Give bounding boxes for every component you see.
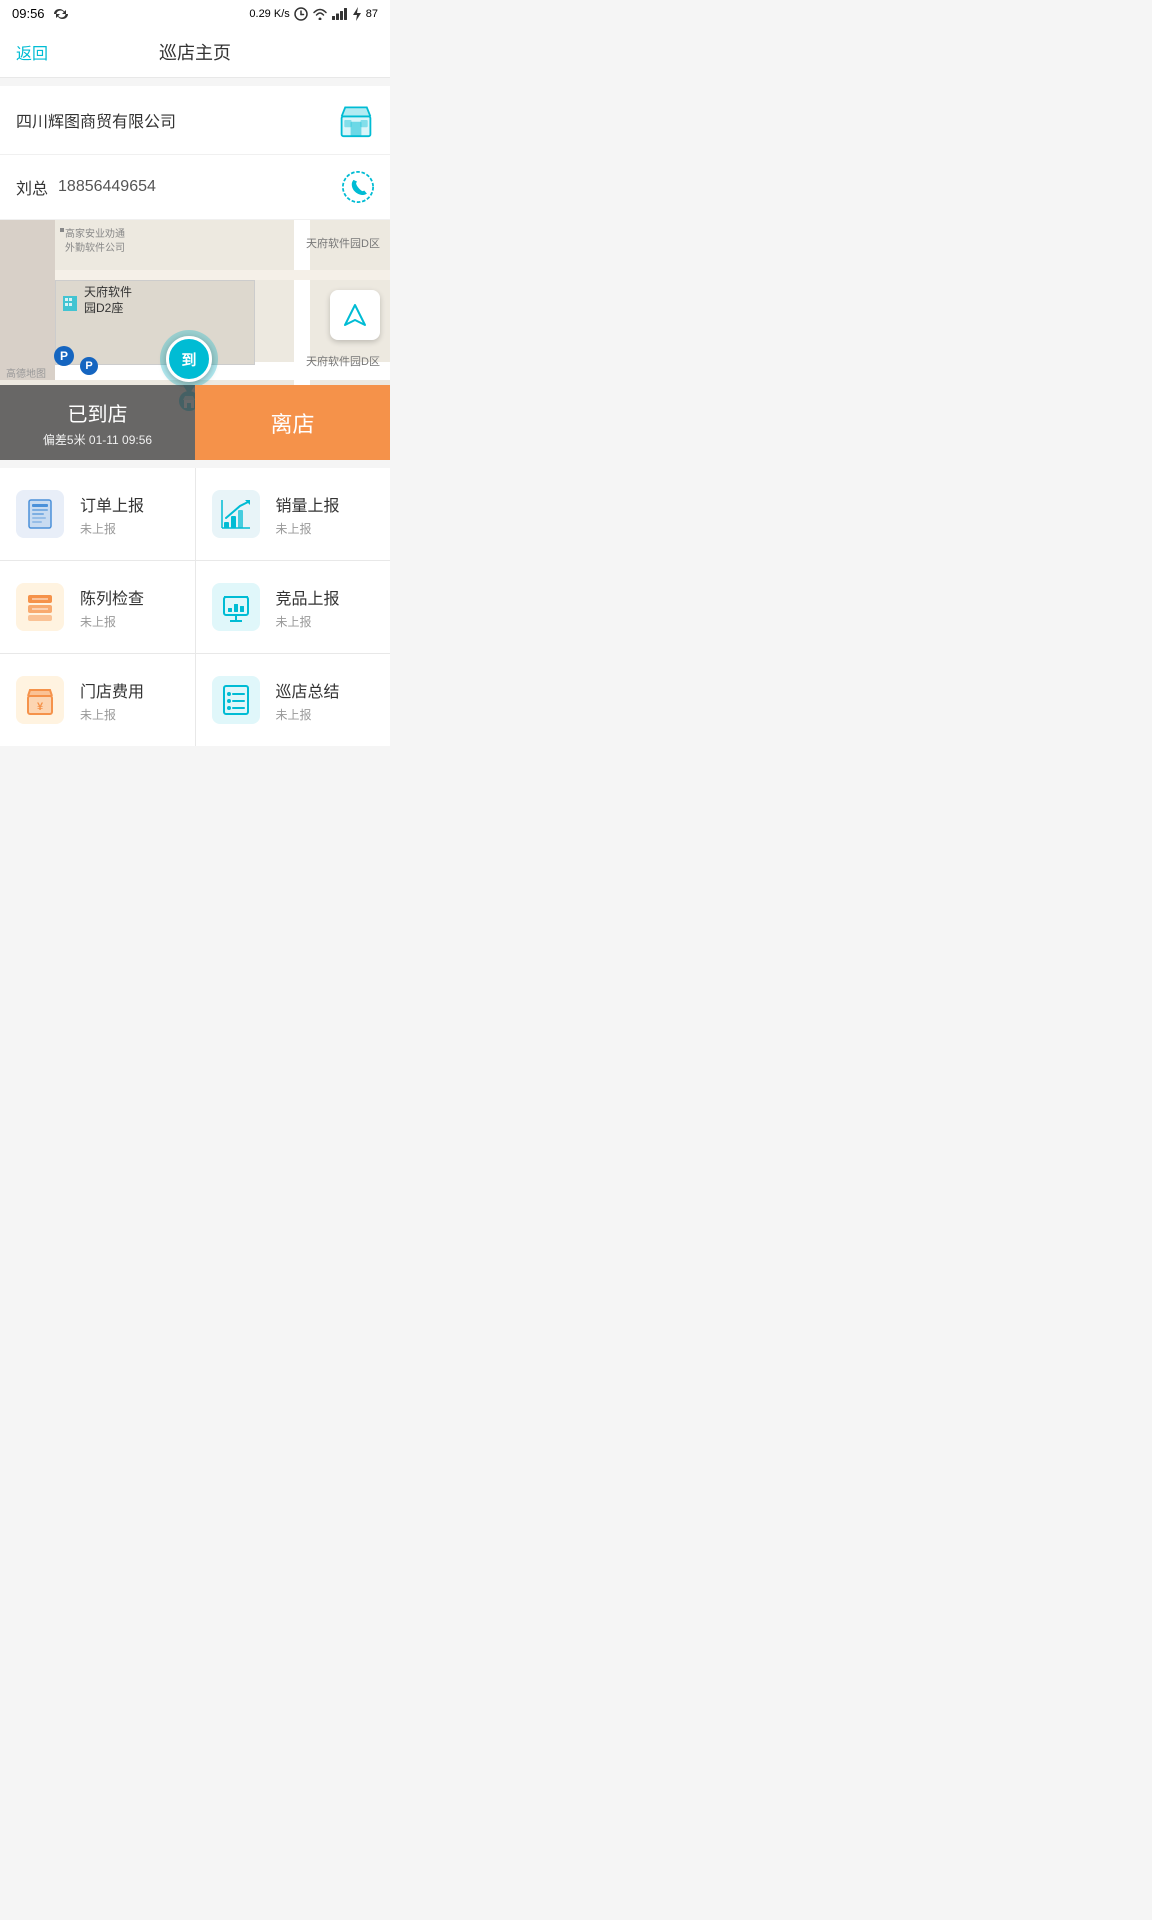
compete-icon-wrap <box>212 583 260 631</box>
arrived-text: 已到店 <box>68 398 128 427</box>
order-title: 订单上报 <box>80 492 144 516</box>
menu-item-summary[interactable]: 巡店总结 未上报 <box>196 654 391 746</box>
charging-icon <box>352 7 362 21</box>
expense-sub: 未上报 <box>80 706 144 723</box>
compete-title: 竞品上报 <box>276 585 340 609</box>
clock-icon <box>294 7 308 21</box>
sales-icon <box>220 498 252 530</box>
menu-item-order[interactable]: 订单上报 未上报 <box>0 468 195 560</box>
road-horizontal-2 <box>0 270 390 280</box>
display-sub: 未上报 <box>80 613 144 630</box>
leave-button[interactable]: 离店 <box>195 385 390 460</box>
wifi-icon <box>312 8 328 20</box>
summary-title: 巡店总结 <box>276 678 340 702</box>
navigate-icon <box>341 301 369 329</box>
contact-phone: 18856449654 <box>58 178 156 196</box>
sales-sub: 未上报 <box>276 520 340 537</box>
menu-item-display[interactable]: 陈列检查 未上报 <box>0 561 195 653</box>
expense-icon-wrap: ¥ <box>16 676 64 724</box>
marker-label: 到 <box>181 349 196 370</box>
map-section: 天府软件园D2座 高家安业劝通 外勤软件公司 天府软件园D区 天府软件园D区 P… <box>0 220 390 460</box>
arrived-button: 已到店 偏差5米 01-11 09:56 <box>0 385 195 460</box>
parking-marker-2: P <box>80 357 98 375</box>
amap-watermark: 高德地图 <box>6 365 46 380</box>
contact-section: 刘总 18856449654 <box>0 155 390 220</box>
menu-item-sales[interactable]: 销量上报 未上报 <box>196 468 391 560</box>
tianfu-d-top: 天府软件园D区 <box>306 234 380 252</box>
svg-text:¥: ¥ <box>37 701 44 713</box>
status-time: 09:56 <box>12 6 45 21</box>
company-name: 四川辉图商贸有限公司 <box>16 108 176 132</box>
navigation-button[interactable] <box>330 290 380 340</box>
menu-grid: 订单上报 未上报 销量上报 未上报 <box>0 468 390 746</box>
status-speed: 0.29 K/s <box>249 8 289 20</box>
display-title: 陈列检查 <box>80 585 144 609</box>
loop-icon <box>51 7 71 21</box>
parking-marker: P <box>54 346 74 366</box>
order-sub: 未上报 <box>80 520 144 537</box>
soft-company-label: 高家安业劝通 外勤软件公司 <box>65 228 125 256</box>
phone-icon[interactable] <box>342 171 374 203</box>
menu-item-compete[interactable]: 竞品上报 未上报 <box>196 561 391 653</box>
display-icon-wrap <box>16 583 64 631</box>
expense-title: 门店费用 <box>80 678 144 702</box>
compete-icon <box>220 591 252 623</box>
summary-sub: 未上报 <box>276 706 340 723</box>
menu-item-expense[interactable]: ¥ 门店费用 未上报 <box>0 654 195 746</box>
sales-icon-wrap <box>212 490 260 538</box>
sales-title: 销量上报 <box>276 492 340 516</box>
expense-icon: ¥ <box>24 684 56 716</box>
contact-name: 刘总 <box>16 175 48 199</box>
display-icon <box>24 591 56 623</box>
status-bar: 09:56 0.29 K/s 87 <box>0 0 390 27</box>
order-icon-wrap <box>16 490 64 538</box>
building-icon <box>60 291 80 311</box>
status-battery: 87 <box>366 8 378 20</box>
summary-icon-wrap <box>212 676 260 724</box>
page-title: 巡店主页 <box>159 39 231 65</box>
order-icon <box>24 498 56 530</box>
dot-marker <box>60 228 64 232</box>
arrived-sub: 偏差5米 01-11 09:56 <box>43 431 152 448</box>
summary-icon <box>220 684 252 716</box>
map-footer: 已到店 偏差5米 01-11 09:56 离店 <box>0 385 390 460</box>
signal-icon <box>332 8 348 20</box>
tianfu-d-bottom: 天府软件园D区 <box>306 352 380 370</box>
back-button[interactable]: 返回 <box>16 40 48 64</box>
header: 返回 巡店主页 <box>0 27 390 78</box>
compete-sub: 未上报 <box>276 613 340 630</box>
company-section: 四川辉图商贸有限公司 <box>0 86 390 155</box>
leave-label: 离店 <box>270 407 314 439</box>
block-left <box>0 220 55 380</box>
shop-icon <box>338 102 374 138</box>
tianfu-d2-label: 天府软件园D2座 <box>60 285 132 316</box>
